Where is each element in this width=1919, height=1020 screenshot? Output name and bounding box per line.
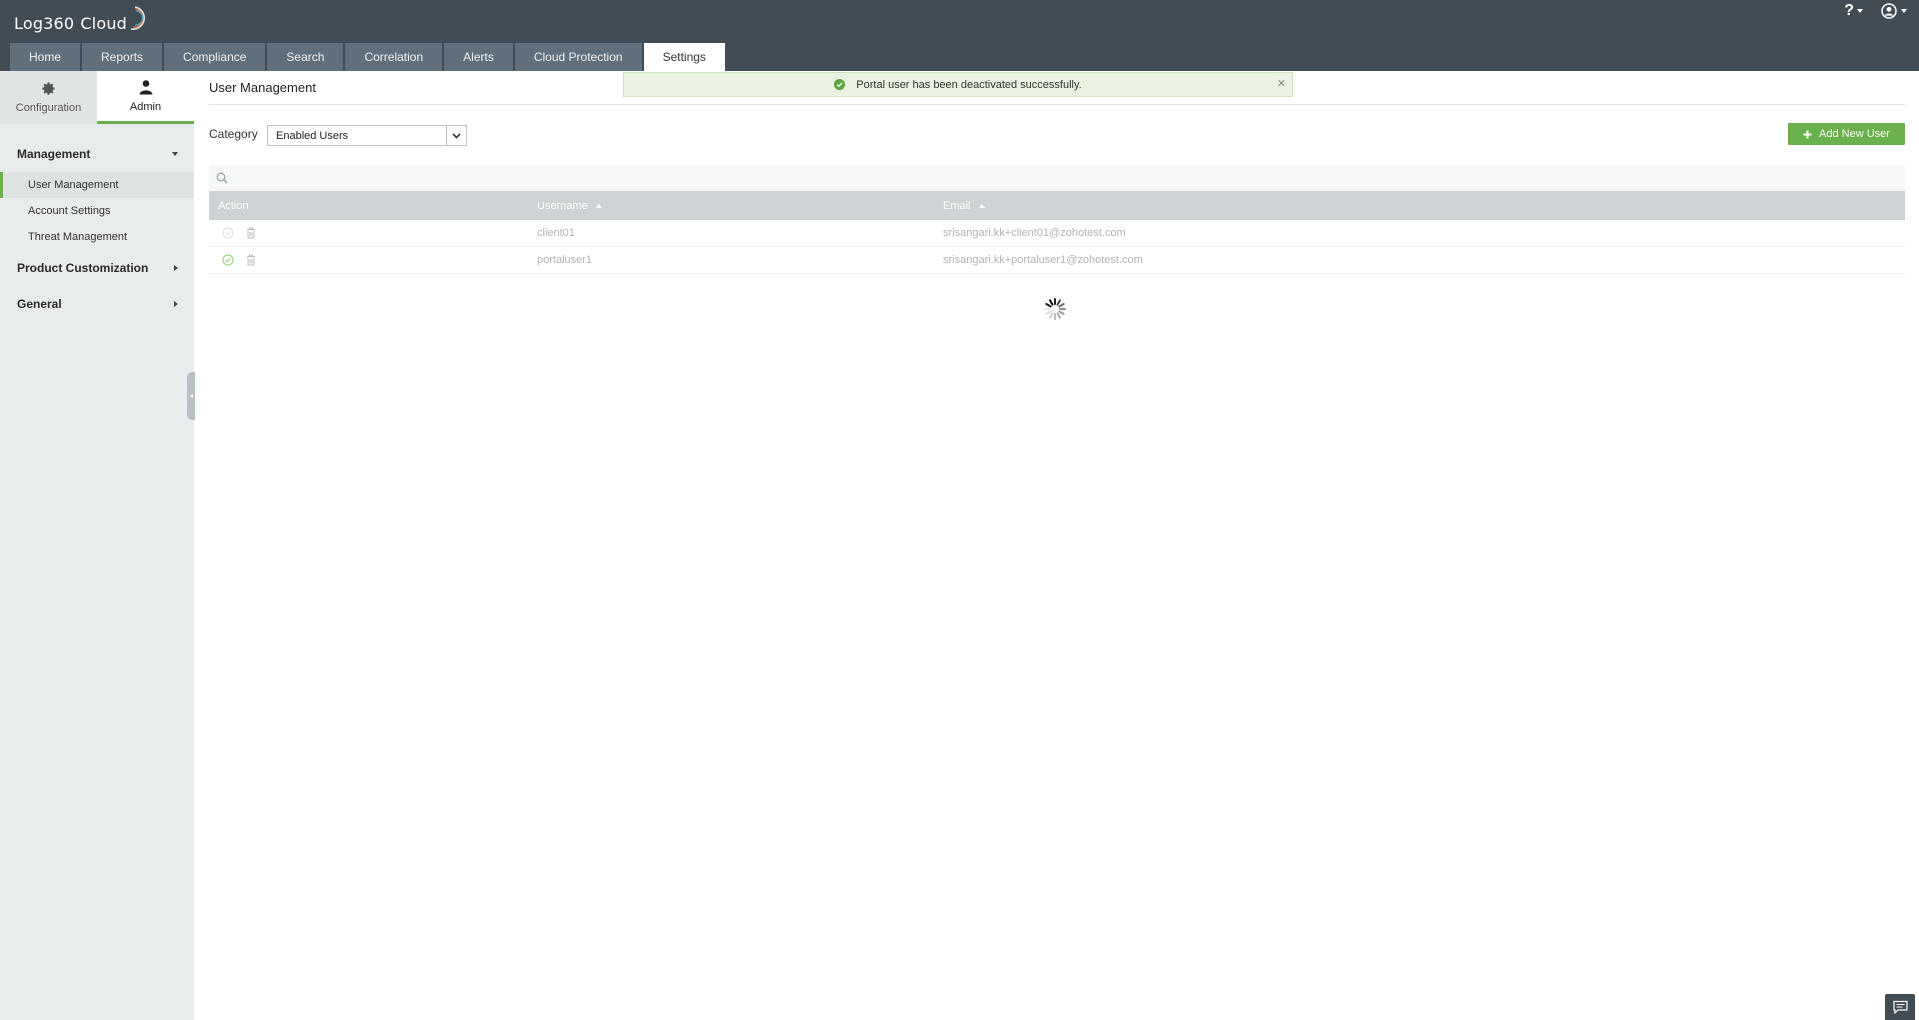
admin-user-icon — [139, 80, 152, 95]
column-header-label: Username — [537, 199, 588, 212]
section-label: Management — [17, 147, 91, 161]
tab-settings[interactable]: Settings — [643, 43, 725, 71]
page-title: User Management — [209, 80, 316, 95]
table-search-bar[interactable] — [209, 165, 1905, 191]
loading-spinner-icon — [1044, 298, 1066, 320]
row-actions — [209, 254, 537, 266]
column-header-action: Action — [209, 191, 537, 220]
row-email: srisangari.kk+client01@zohotest.com — [943, 227, 1126, 239]
help-menu[interactable]: ? — [1844, 2, 1863, 20]
enable-user-icon[interactable] — [222, 227, 234, 239]
sort-ascending-icon — [978, 203, 985, 208]
app-logo[interactable]: Log360 Cloud — [14, 6, 145, 38]
category-selected-value: Enabled Users — [276, 129, 349, 142]
top-header: Log360 Cloud ? Home Reports Compliance S… — [0, 0, 1919, 71]
trash-icon[interactable] — [246, 254, 256, 266]
column-header-label: Action — [218, 199, 249, 212]
chevron-left-icon — [189, 394, 193, 398]
sidebar-section-product-customization[interactable]: Product Customization — [0, 258, 194, 278]
table-row: portaluser1 srisangari.kk+portaluser1@zo… — [209, 247, 1905, 274]
sidebar-section-general[interactable]: General — [0, 294, 194, 314]
trash-icon[interactable] — [246, 227, 256, 239]
sidebar-item-user-management[interactable]: User Management — [0, 172, 194, 198]
column-header-username[interactable]: Username — [537, 191, 943, 220]
tab-home[interactable]: Home — [10, 43, 81, 71]
sidebar-section-management[interactable]: Management — [0, 144, 194, 164]
logo-suffix: Cloud — [80, 13, 128, 33]
tab-search[interactable]: Search — [267, 43, 344, 71]
plus-icon — [1803, 130, 1812, 138]
row-username: portaluser1 — [537, 254, 593, 266]
user-avatar-icon — [1881, 3, 1897, 19]
user-avatar-menu[interactable] — [1881, 3, 1907, 19]
column-header-label: Email — [943, 199, 971, 212]
title-divider — [209, 104, 1905, 105]
tab-cloud-protection[interactable]: Cloud Protection — [514, 43, 642, 71]
gear-icon — [42, 82, 55, 95]
sidebar-item-account-settings[interactable]: Account Settings — [0, 198, 194, 224]
search-icon — [216, 172, 228, 184]
section-label: General — [17, 297, 62, 311]
category-select[interactable]: Enabled Users — [267, 125, 467, 146]
chevron-right-icon — [174, 301, 178, 307]
enable-user-icon[interactable] — [222, 254, 234, 266]
chevron-right-icon — [174, 265, 178, 271]
success-toast: Portal user has been deactivated success… — [623, 72, 1293, 97]
chevron-down-icon — [172, 152, 178, 156]
help-icon: ? — [1844, 2, 1854, 19]
tab-reports[interactable]: Reports — [82, 43, 163, 71]
logo-text: Log360 — [14, 13, 75, 33]
table-row: client01 srisangari.kk+client01@zohotest… — [209, 220, 1905, 247]
chevron-down-icon — [446, 126, 466, 145]
configuration-label: Configuration — [15, 102, 82, 114]
configuration-switch[interactable]: Configuration — [0, 71, 97, 124]
chat-icon — [1892, 1000, 1908, 1014]
chevron-down-icon — [1901, 9, 1907, 13]
close-icon[interactable]: ✕ — [1277, 77, 1286, 90]
add-new-user-label: Add New User — [1819, 128, 1890, 140]
table-header: Action Username Email — [209, 191, 1905, 220]
category-label: Category — [209, 127, 258, 141]
sidebar: Configuration Admin Management User Mana… — [0, 71, 195, 1020]
sort-ascending-icon — [595, 203, 602, 208]
admin-switch[interactable]: Admin — [97, 71, 194, 124]
check-circle-icon — [834, 79, 846, 90]
column-header-email[interactable]: Email — [943, 191, 985, 220]
tab-correlation[interactable]: Correlation — [345, 43, 443, 71]
admin-label: Admin — [129, 101, 162, 113]
sidebar-switch: Configuration Admin — [0, 71, 194, 124]
main-content: User Management Portal user has been dea… — [194, 71, 1919, 1020]
row-email: srisangari.kk+portaluser1@zohotest.com — [943, 254, 1143, 266]
row-actions — [209, 227, 537, 239]
header-actions: ? — [1844, 0, 1907, 22]
main-tabs: Home Reports Compliance Search Correlati… — [10, 43, 727, 71]
sidebar-item-threat-management[interactable]: Threat Management — [0, 224, 194, 250]
add-new-user-button[interactable]: Add New User — [1788, 123, 1905, 145]
chevron-down-icon — [1857, 9, 1863, 13]
section-label: Product Customization — [17, 261, 149, 275]
toast-message: Portal user has been deactivated success… — [856, 78, 1082, 91]
row-username: client01 — [537, 227, 575, 239]
tab-compliance[interactable]: Compliance — [164, 43, 266, 71]
chat-button[interactable] — [1885, 994, 1915, 1020]
logo-arc-icon — [130, 6, 145, 30]
tab-alerts[interactable]: Alerts — [444, 43, 513, 71]
